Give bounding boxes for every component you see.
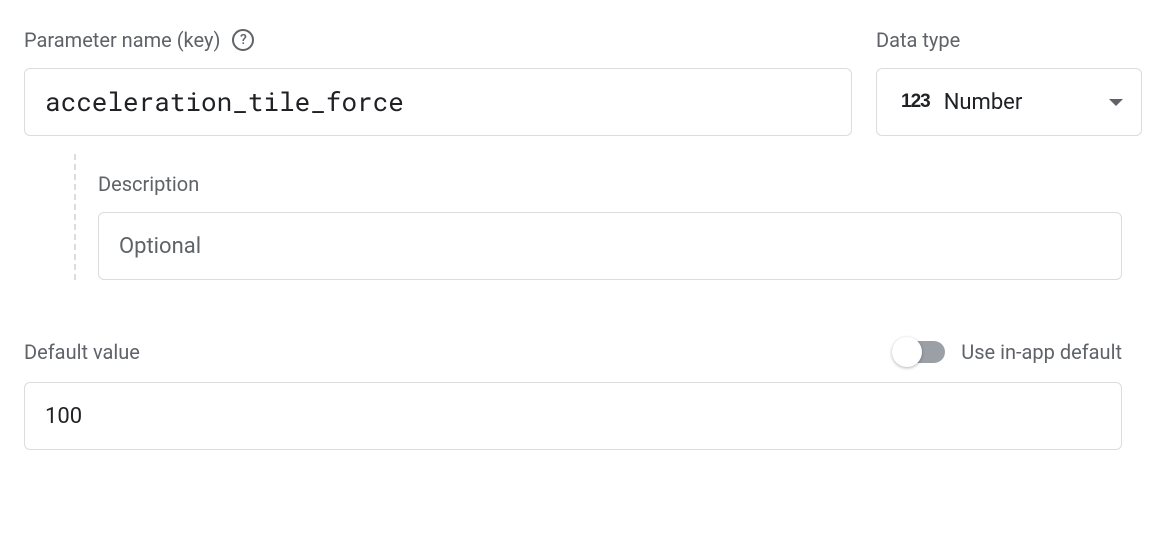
default-value-label: Default value [24,340,140,364]
number-icon: 123 [901,91,930,113]
data-type-value: Number [944,90,1095,115]
description-input[interactable] [98,212,1122,280]
use-in-app-default-toggle[interactable] [895,341,945,363]
description-label: Description [98,172,1122,196]
indent-line [74,154,76,280]
chevron-down-icon [1109,99,1123,106]
parameter-name-input[interactable] [24,68,852,136]
use-in-app-default-label: Use in-app default [961,340,1122,364]
data-type-label: Data type [876,28,960,52]
data-type-select[interactable]: 123 Number [876,68,1142,136]
default-value-input[interactable] [24,382,1122,450]
toggle-knob [892,337,922,367]
help-icon[interactable]: ? [232,29,254,51]
parameter-name-label: Parameter name (key) [24,28,220,52]
